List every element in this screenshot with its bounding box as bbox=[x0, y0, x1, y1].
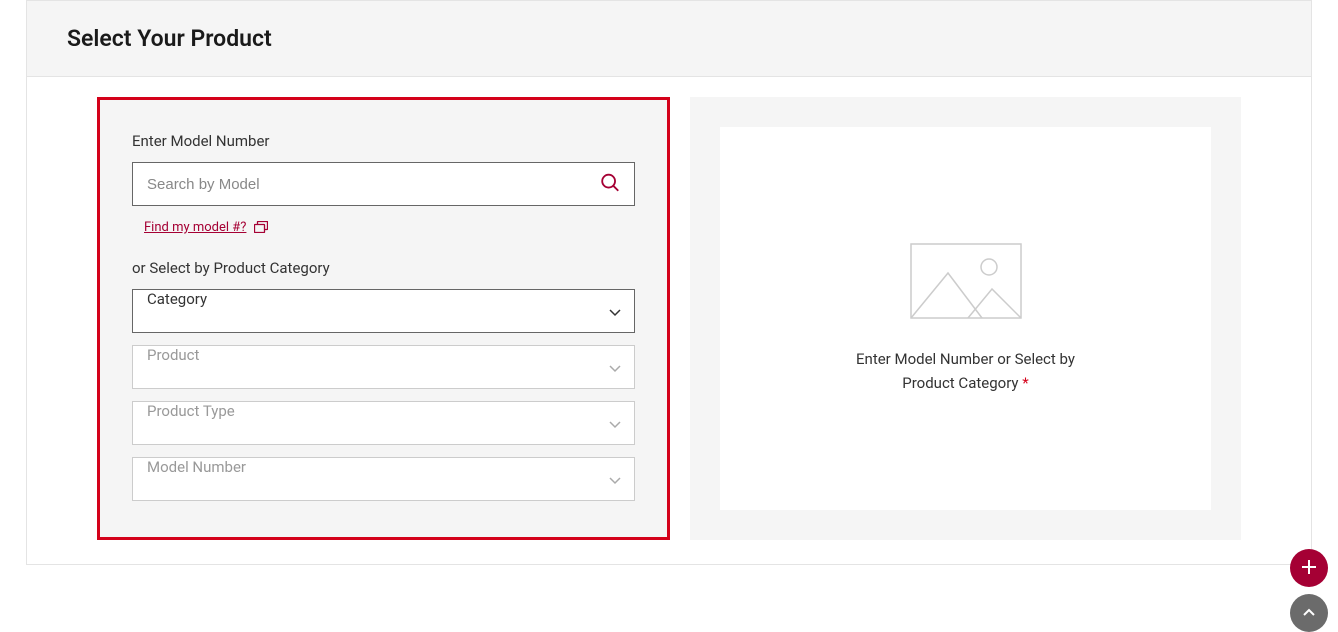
plus-icon bbox=[1300, 558, 1318, 579]
product-type-select[interactable]: Product Type bbox=[132, 401, 635, 445]
preview-panel: Enter Model Number or Select by Product … bbox=[690, 97, 1241, 540]
add-fab-button[interactable] bbox=[1290, 549, 1328, 587]
scroll-top-button[interactable] bbox=[1290, 594, 1328, 632]
model-number-label: Enter Model Number bbox=[132, 132, 635, 150]
product-select[interactable]: Product bbox=[132, 345, 635, 389]
content-area: Enter Model Number Find my model #? bbox=[27, 77, 1311, 564]
preview-instruction: Enter Model Number or Select by Product … bbox=[856, 347, 1075, 395]
category-select[interactable]: Category bbox=[132, 289, 635, 333]
chevron-up-icon bbox=[1302, 606, 1316, 621]
find-model-row: Find my model #? bbox=[132, 218, 635, 237]
required-asterisk: * bbox=[1022, 374, 1028, 392]
image-placeholder-icon bbox=[910, 243, 1022, 323]
product-selector-container: Select Your Product Enter Model Number F… bbox=[26, 0, 1312, 565]
product-select-wrap: Product bbox=[132, 345, 635, 389]
section-title: Select Your Product bbox=[67, 25, 1271, 52]
model-number-select[interactable]: Model Number bbox=[132, 457, 635, 501]
category-select-wrap: Category bbox=[132, 289, 635, 333]
product-type-select-wrap: Product Type bbox=[132, 401, 635, 445]
model-search-input[interactable] bbox=[132, 162, 635, 206]
input-panel: Enter Model Number Find my model #? bbox=[97, 97, 670, 540]
preview-text-line1: Enter Model Number or Select by bbox=[856, 350, 1075, 368]
preview-inner: Enter Model Number or Select by Product … bbox=[720, 127, 1211, 510]
section-header: Select Your Product bbox=[27, 1, 1311, 77]
preview-text-line2: Product Category bbox=[902, 374, 1018, 392]
search-field-wrap bbox=[132, 162, 635, 206]
popup-icon bbox=[254, 218, 268, 237]
search-icon bbox=[599, 172, 621, 197]
search-button[interactable] bbox=[593, 166, 627, 203]
model-number-select-wrap: Model Number bbox=[132, 457, 635, 501]
find-model-link[interactable]: Find my model #? bbox=[144, 220, 246, 235]
category-label: or Select by Product Category bbox=[132, 259, 635, 277]
